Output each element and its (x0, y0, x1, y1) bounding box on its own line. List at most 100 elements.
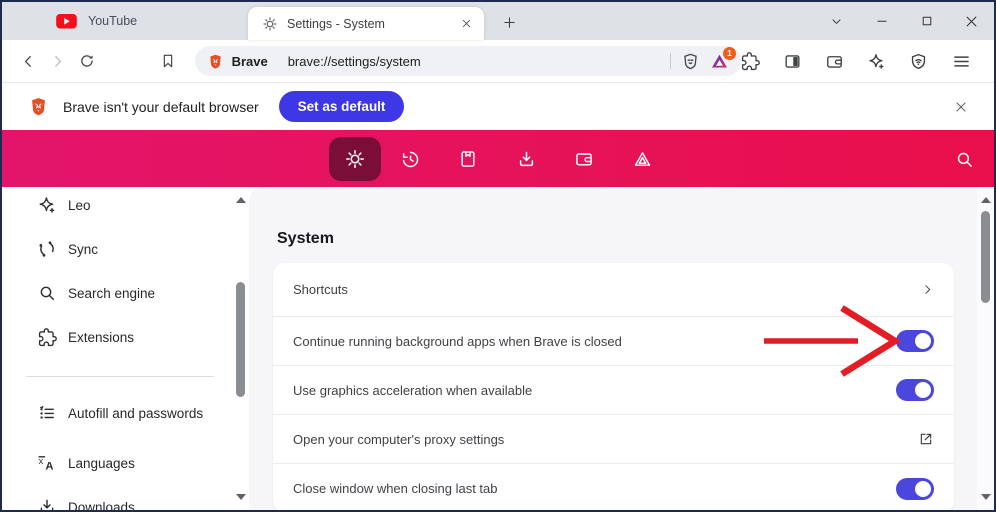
chevron-right-icon (921, 283, 934, 296)
settings-main-panel: System Shortcuts Continue running backgr… (249, 187, 977, 510)
brave-logo-icon (28, 96, 49, 117)
main-scrollbar[interactable] (977, 187, 994, 510)
navigation-bar: Brave brave://settings/system 1 (2, 40, 994, 83)
bookmark-icon (163, 54, 173, 68)
sync-icon (34, 239, 60, 259)
wallet-button[interactable] (825, 52, 844, 71)
reload-icon (81, 55, 93, 67)
system-settings-card: Shortcuts Continue running background ap… (273, 263, 954, 510)
close-window-button[interactable] (949, 2, 994, 40)
sidebar-item-label: Leo (68, 197, 91, 213)
gear-icon (344, 148, 366, 170)
infobar-message: Brave isn't your default browser (63, 98, 259, 115)
settings-nav-rewards[interactable] (613, 137, 671, 181)
extensions-button[interactable] (741, 52, 760, 71)
settings-nav-history[interactable] (381, 137, 439, 181)
tab-settings-system[interactable]: Settings - System (248, 7, 484, 40)
background-apps-toggle-on[interactable] (896, 330, 934, 352)
settings-header-nav (329, 137, 671, 181)
sidebar-item-label: Search engine (68, 285, 156, 301)
rewards-badge: 1 (723, 46, 737, 60)
scroll-down-arrow[interactable] (980, 494, 991, 500)
site-label: Brave (231, 53, 268, 69)
setting-label: Close window when closing last tab (293, 481, 498, 496)
setting-row-background-apps: Continue running background apps when Br… (273, 317, 954, 366)
settings-nav-settings-active[interactable] (329, 137, 381, 181)
setting-row-proxy-settings[interactable]: Open your computer's proxy settings (273, 415, 954, 464)
settings-sidebar: Leo Sync Search engine Extensions Autofi… (2, 187, 232, 510)
close-window-toggle-on[interactable] (896, 477, 934, 500)
plus-icon (503, 16, 515, 28)
sidebar-item-label: Downloads (68, 499, 135, 511)
window-controls (814, 2, 994, 40)
search-icon (34, 283, 60, 303)
sidebar-item-label: Languages (68, 455, 135, 471)
settings-nav-bookmarks[interactable] (439, 137, 497, 181)
tab-close-icon[interactable] (461, 18, 472, 29)
sidebar-item-search-engine[interactable]: Search engine (2, 271, 232, 315)
settings-nav-wallet[interactable] (555, 137, 613, 181)
minimize-button[interactable] (859, 2, 904, 40)
sidebar-item-label: Autofill and passwords (68, 405, 204, 421)
sidebar-item-extensions[interactable]: Extensions (2, 315, 232, 359)
maximize-icon (922, 16, 931, 26)
graphics-acceleration-toggle-on[interactable] (896, 379, 934, 401)
setting-row-graphics-acceleration: Use graphics acceleration when available (273, 366, 954, 415)
setting-label: Shortcuts (293, 282, 348, 297)
scroll-up-arrow[interactable] (980, 197, 991, 203)
scrollbar-thumb[interactable] (981, 211, 990, 303)
side-panel-button[interactable] (783, 52, 802, 71)
settings-header (2, 130, 994, 187)
tab-youtube[interactable]: YouTube (42, 2, 151, 40)
sidebar-item-autofill[interactable]: Autofill and passwords (2, 385, 232, 441)
autofill-list-icon (34, 403, 60, 423)
default-browser-infobar: Brave isn't your default browser Set as … (2, 83, 994, 130)
sidebar-scrollbar[interactable] (232, 187, 249, 510)
scrollbar-thumb[interactable] (236, 282, 245, 397)
forward-button[interactable] (43, 46, 72, 76)
settings-content: Leo Sync Search engine Extensions Autofi… (2, 187, 994, 510)
leo-button[interactable] (867, 52, 886, 71)
sidebar-divider (26, 376, 214, 377)
toggle-knob (915, 333, 931, 349)
brave-shields-icon[interactable] (681, 52, 700, 71)
tab-search-button[interactable] (814, 2, 859, 40)
close-icon (956, 101, 966, 112)
hamburger-menu-icon (951, 51, 972, 72)
new-tab-button[interactable] (496, 9, 522, 35)
maximize-button[interactable] (904, 2, 949, 40)
sidebar-item-label: Extensions (68, 329, 135, 345)
sidebar-item-downloads[interactable]: Downloads (2, 485, 232, 510)
browser-window: YouTube Settings - System Brave brave://… (0, 0, 996, 512)
settings-nav-downloads[interactable] (497, 137, 555, 181)
minimize-icon (876, 20, 887, 22)
reload-button[interactable] (72, 46, 101, 76)
wallet-icon (825, 52, 844, 71)
scroll-down-arrow[interactable] (235, 494, 246, 500)
vpn-button[interactable] (909, 52, 928, 71)
bookmark-button[interactable] (153, 46, 182, 76)
side-panel-icon (783, 52, 802, 71)
address-bar[interactable]: Brave brave://settings/system 1 (194, 46, 742, 76)
set-as-default-button[interactable]: Set as default (278, 91, 405, 122)
download-icon (34, 497, 60, 510)
leo-sparkle-icon (34, 195, 60, 215)
puzzle-icon (741, 52, 760, 71)
settings-gear-icon (262, 16, 278, 32)
sidebar-item-languages[interactable]: Languages (2, 441, 232, 485)
menu-button[interactable] (951, 51, 972, 72)
setting-row-shortcuts[interactable]: Shortcuts (273, 263, 954, 317)
external-link-icon (918, 431, 934, 447)
setting-label: Continue running background apps when Br… (293, 333, 622, 349)
sidebar-item-leo[interactable]: Leo (2, 187, 232, 227)
scroll-up-arrow[interactable] (235, 197, 246, 203)
tab-strip: YouTube Settings - System (2, 2, 994, 40)
setting-label: Open your computer's proxy settings (293, 431, 505, 447)
tab-title: YouTube (88, 14, 138, 28)
settings-search-button[interactable] (952, 147, 976, 171)
forward-icon (55, 55, 62, 67)
back-button[interactable] (14, 46, 43, 76)
sidebar-item-sync[interactable]: Sync (2, 227, 232, 271)
infobar-close-button[interactable] (950, 96, 972, 118)
brave-rewards-button[interactable]: 1 (710, 46, 737, 71)
